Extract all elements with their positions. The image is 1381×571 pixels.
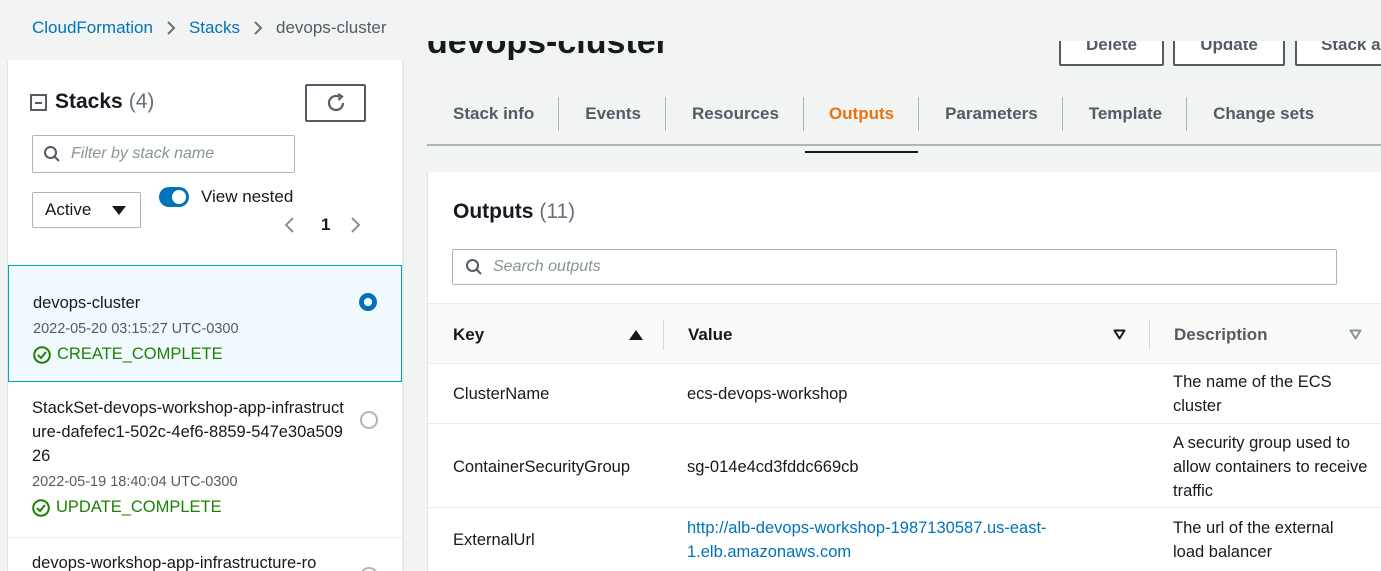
stack-status-text: UPDATE_COMPLETE — [56, 498, 222, 516]
update-button[interactable]: Update — [1173, 41, 1285, 66]
view-nested-label: View nested — [201, 187, 294, 206]
tab-divider — [802, 97, 804, 131]
tab-divider — [1186, 97, 1188, 131]
column-key-label: Key — [453, 324, 485, 344]
sidebar-count: (4) — [128, 90, 155, 113]
sidebar-title-text: Stacks — [55, 90, 123, 113]
search-outputs-input[interactable] — [452, 249, 1337, 285]
search-outputs-field[interactable] — [493, 258, 1313, 276]
status-filter-select[interactable]: Active — [32, 192, 141, 228]
stack-status: UPDATE_COMPLETE — [32, 498, 402, 517]
sidebar-title: Stacks (4) — [30, 90, 154, 114]
stack-date: 2022-05-19 18:40:04 UTC-0300 — [32, 474, 238, 490]
stack-list-item[interactable]: StackSet-devops-workshop-app-infrastruct… — [8, 383, 402, 538]
stack-tabs: Stack info Events Resources Outputs Para… — [427, 84, 1381, 153]
outputs-title: Outputs (11) — [453, 200, 575, 224]
output-description: The url of the external load balancer — [1173, 519, 1334, 561]
column-header-value[interactable]: Value — [688, 304, 1126, 365]
table-row: ClusterName ecs-devops-workshop The name… — [428, 364, 1381, 424]
pagination: 1 — [283, 214, 362, 236]
column-header-key[interactable]: Key — [453, 304, 643, 365]
tab-template[interactable]: Template — [1089, 89, 1162, 139]
collapse-icon[interactable] — [30, 93, 47, 111]
search-icon — [466, 259, 482, 275]
search-icon — [44, 146, 60, 162]
output-value: sg-014e4cd3fddc669cb — [687, 458, 859, 476]
tab-events[interactable]: Events — [585, 89, 641, 139]
stack-radio-selected[interactable] — [359, 293, 377, 311]
refresh-icon — [327, 93, 344, 112]
stack-date: 2022-05-20 03:15:27 UTC-0300 — [33, 321, 239, 337]
outputs-count: (11) — [539, 200, 576, 223]
stack-name[interactable]: devops-cluster — [33, 291, 353, 315]
stack-title: devops-cluster — [427, 23, 669, 61]
view-nested-toggle-group: View nested — [159, 187, 293, 207]
stack-list-item[interactable]: devops-cluster 2022-05-20 03:15:27 UTC-0… — [8, 265, 402, 382]
outputs-table-header: Key Value Description — [428, 303, 1381, 364]
filter-stacks-field[interactable] — [71, 145, 271, 163]
chevron-right-icon — [165, 20, 177, 36]
tab-divider — [558, 97, 560, 131]
filter-stacks-input[interactable] — [32, 135, 295, 173]
stack-list-item[interactable]: devops-workshop-app-infrastructure-ro — [8, 538, 402, 571]
output-key: ExternalUrl — [453, 531, 535, 549]
output-value: ecs-devops-workshop — [687, 385, 848, 403]
stack-status: CREATE_COMPLETE — [33, 345, 401, 364]
tab-parameters[interactable]: Parameters — [945, 89, 1038, 139]
table-row: ExternalUrl http://alb-devops-workshop-1… — [428, 508, 1381, 571]
tab-resources[interactable]: Resources — [692, 89, 779, 139]
sort-ascending-icon[interactable] — [629, 329, 643, 340]
tab-stack-info[interactable]: Stack info — [453, 89, 534, 139]
output-description: A security group used to allow container… — [1173, 434, 1368, 500]
caret-down-icon — [112, 205, 126, 215]
table-row: ContainerSecurityGroup sg-014e4cd3fddc66… — [428, 424, 1381, 508]
tab-change-sets[interactable]: Change sets — [1213, 89, 1314, 139]
output-value-link[interactable]: http://alb-devops-workshop-1987130587.us… — [687, 516, 1057, 564]
breadcrumb-cloudformation[interactable]: CloudFormation — [32, 18, 153, 38]
success-check-icon — [32, 498, 50, 517]
chevron-right-icon — [252, 20, 264, 36]
chevron-right-icon[interactable] — [348, 214, 362, 236]
column-divider — [1149, 320, 1150, 350]
breadcrumb-stacks[interactable]: Stacks — [189, 18, 240, 38]
column-divider — [663, 320, 664, 350]
delete-button[interactable]: Delete — [1059, 41, 1164, 66]
sort-descending-icon[interactable] — [1349, 329, 1362, 340]
refresh-button[interactable] — [305, 84, 366, 122]
stack-radio[interactable] — [360, 411, 378, 429]
tab-outputs[interactable]: Outputs — [804, 89, 919, 153]
tab-divider — [918, 97, 920, 131]
sort-descending-icon[interactable] — [1113, 329, 1126, 340]
output-key: ClusterName — [453, 385, 550, 403]
status-filter-value: Active — [45, 200, 92, 219]
breadcrumb-current: devops-cluster — [275, 18, 387, 37]
stack-name[interactable]: StackSet-devops-workshop-app-infrastruct… — [32, 396, 352, 468]
tab-divider — [665, 97, 666, 131]
view-nested-toggle[interactable] — [159, 187, 189, 207]
column-header-description[interactable]: Description — [1174, 304, 1362, 365]
column-description-label: Description — [1174, 324, 1268, 344]
breadcrumb: CloudFormation Stacks devops-cluster — [32, 16, 387, 40]
page-number[interactable]: 1 — [321, 215, 330, 235]
chevron-left-icon[interactable] — [283, 214, 297, 236]
stack-radio[interactable] — [360, 567, 378, 571]
output-key: ContainerSecurityGroup — [453, 458, 631, 476]
stack-status-text: CREATE_COMPLETE — [57, 345, 223, 363]
tab-divider — [1061, 97, 1063, 131]
outputs-title-text: Outputs — [453, 200, 534, 223]
column-value-label: Value — [688, 324, 733, 344]
success-check-icon — [33, 345, 51, 364]
stack-name[interactable]: devops-workshop-app-infrastructure-ro — [32, 551, 352, 571]
output-description: The name of the ECS cluster — [1173, 373, 1332, 415]
outputs-panel: Outputs (11) Key Value Description Clust… — [428, 172, 1381, 571]
stack-actions-button[interactable]: Stack a — [1295, 41, 1381, 66]
